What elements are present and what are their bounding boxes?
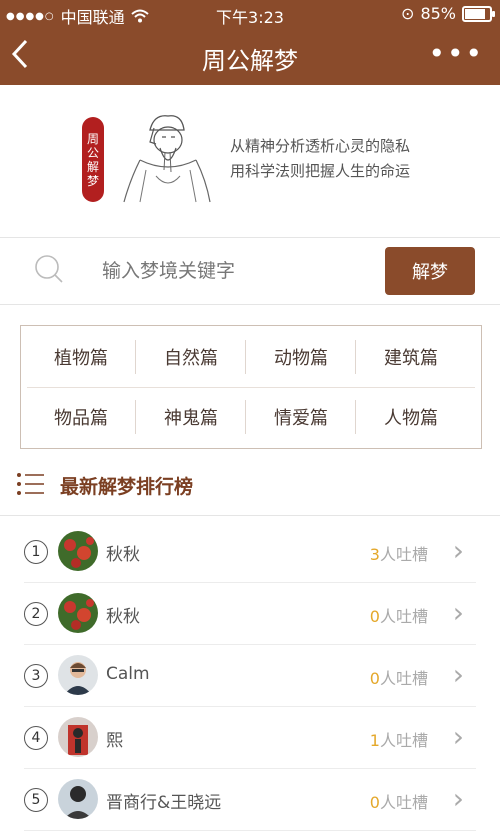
search-input[interactable] <box>100 254 374 288</box>
category-buildings[interactable]: 建筑篇 <box>356 332 466 382</box>
comment-count: 0人吐槽 <box>369 669 428 688</box>
avatar <box>58 593 98 633</box>
hero-tagline: 从精神分析透析心灵的隐私 用科学法则把握人生的命运 <box>230 137 411 180</box>
rank-badge: 1 <box>24 540 48 564</box>
user-name: 秋秋 <box>106 545 140 565</box>
comment-count: 3人吐槽 <box>369 545 428 564</box>
avatar <box>58 655 98 695</box>
chevron-right-icon: › <box>452 782 464 815</box>
category-divider <box>135 400 136 434</box>
more-button[interactable]: ••• <box>428 37 484 70</box>
ranking-row[interactable]: 2 秋秋 0人吐槽 › <box>24 582 476 645</box>
rank-badge: 3 <box>24 664 48 688</box>
comment-count: 0人吐槽 <box>369 793 428 812</box>
user-name: 熙 <box>106 731 123 751</box>
rank-badge: 2 <box>24 602 48 626</box>
search-icon <box>35 255 63 283</box>
seal-logo: 周 公 解 梦 <box>82 117 104 202</box>
category-animals[interactable]: 动物篇 <box>246 332 356 382</box>
comment-count: 1人吐槽 <box>369 731 428 750</box>
status-bar: ●●●●○ 中国联通 下午3:23 ⊙ 85% <box>0 0 500 27</box>
status-right: ⊙ 85% <box>401 4 495 23</box>
category-divider <box>355 400 356 434</box>
ranking-row[interactable]: 4 熙 1人吐槽 › <box>24 706 476 769</box>
category-divider <box>135 340 136 374</box>
category-love[interactable]: 情爱篇 <box>246 392 356 442</box>
rank-badge: 5 <box>24 788 48 812</box>
comment-count: 0人吐槽 <box>369 607 428 626</box>
battery-percent: 85% <box>420 4 456 23</box>
list-icon <box>17 473 44 495</box>
ranking-row[interactable]: 1 秋秋 3人吐槽 › <box>24 520 476 583</box>
chevron-right-icon: › <box>452 534 464 567</box>
category-divider <box>245 340 246 374</box>
ranking-row[interactable]: 3 Calm 0人吐槽 › <box>24 644 476 707</box>
dream-search-button[interactable]: 解梦 <box>385 247 475 295</box>
chevron-right-icon: › <box>452 596 464 629</box>
ranking-row[interactable]: 5 晋商行&王晓远 0人吐槽 › <box>24 768 476 831</box>
rotation-lock-icon: ⊙ <box>401 4 415 23</box>
category-divider <box>27 387 475 388</box>
category-grid: 植物篇 自然篇 动物篇 建筑篇 物品篇 神鬼篇 情爱篇 人物篇 <box>20 325 482 449</box>
avatar <box>58 717 98 757</box>
rank-badge: 4 <box>24 726 48 750</box>
category-people[interactable]: 人物篇 <box>356 392 466 442</box>
nav-bar: 周公解梦 ••• <box>0 27 500 85</box>
chevron-right-icon: › <box>452 658 464 691</box>
category-objects[interactable]: 物品篇 <box>26 392 136 442</box>
duke-zhou-illustration <box>123 115 211 203</box>
page-title: 周公解梦 <box>202 47 298 75</box>
ranking-title: 最新解梦排行榜 <box>60 476 194 498</box>
avatar <box>58 779 98 819</box>
user-name: Calm <box>106 664 150 684</box>
category-divider <box>355 340 356 374</box>
category-divider <box>245 400 246 434</box>
battery-icon <box>462 5 495 22</box>
category-ghosts[interactable]: 神鬼篇 <box>136 392 246 442</box>
chevron-right-icon: › <box>452 720 464 753</box>
category-nature[interactable]: 自然篇 <box>136 332 246 382</box>
avatar <box>58 531 98 571</box>
user-name: 秋秋 <box>106 607 140 627</box>
category-plants[interactable]: 植物篇 <box>26 332 136 382</box>
